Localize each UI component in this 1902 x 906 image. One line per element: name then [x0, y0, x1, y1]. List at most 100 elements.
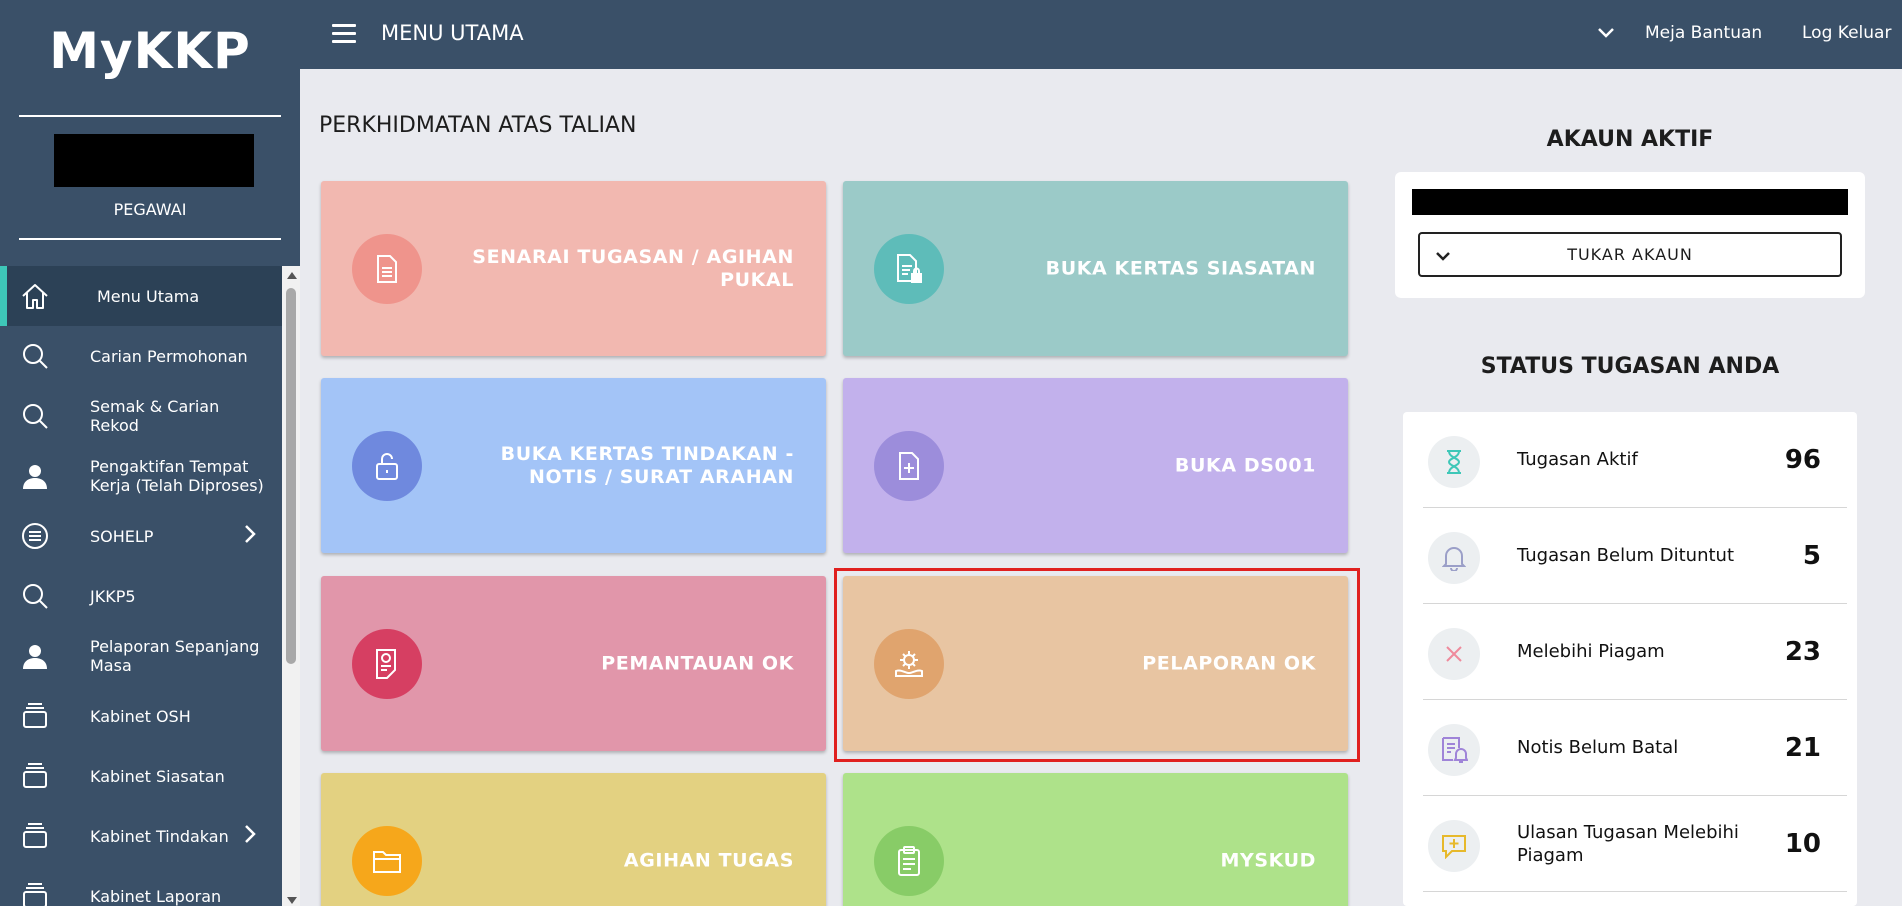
chevron-down-icon[interactable] — [1597, 24, 1615, 43]
sidebar-item-menu-utama[interactable]: Menu Utama — [0, 266, 282, 326]
user-icon — [20, 461, 50, 491]
chevron-right-icon — [244, 524, 256, 548]
report-icon — [352, 629, 422, 699]
scroll-up-arrow-icon[interactable] — [287, 272, 297, 279]
status-row-notis-belum-batal[interactable]: Notis Belum Batal 21 — [1423, 700, 1847, 796]
unlock-icon — [352, 431, 422, 501]
hourglass-icon — [1428, 436, 1480, 488]
app-logo: MyKKP — [49, 22, 251, 80]
tile-label: SENARAI TUGASAN / AGIHAN PUKAL — [472, 245, 794, 291]
tile-buka-kertas-siasatan[interactable]: BUKA KERTAS SIASATAN — [843, 181, 1348, 356]
tile-label: AGIHAN TUGAS — [623, 849, 794, 871]
section-title: PERKHIDMATAN ATAS TALIAN — [319, 113, 637, 138]
hamburger-menu-icon[interactable] — [332, 24, 356, 44]
user-icon — [20, 641, 50, 671]
selection-highlight — [834, 568, 1360, 762]
document-lock-icon — [874, 234, 944, 304]
tile-label: MYSKUD — [1220, 849, 1316, 871]
comment-plus-icon — [1428, 820, 1480, 872]
status-row-tugasan-aktif[interactable]: Tugasan Aktif 96 — [1423, 412, 1847, 508]
status-count: 5 — [1802, 540, 1821, 571]
status-row-tugasan-belum-dituntut[interactable]: Tugasan Belum Dituntut 5 — [1423, 508, 1847, 604]
sidebar-item-semak-carian-rekod[interactable]: Semak & Carian Rekod — [0, 386, 282, 446]
tile-label: BUKA KERTAS SIASATAN — [1045, 257, 1316, 279]
help-desk-link[interactable]: Meja Bantuan — [1645, 23, 1762, 43]
status-row-melebihi-piagam[interactable]: Melebihi Piagam 23 — [1423, 604, 1847, 700]
tile-label: BUKA KERTAS TINDAKAN - NOTIS / SURAT ARA… — [500, 442, 794, 488]
file-plus-icon — [874, 431, 944, 501]
chevron-down-icon — [1435, 248, 1451, 267]
status-row-ulasan-tugasan[interactable]: Ulasan Tugasan Melebihi Piagam 10 — [1423, 796, 1847, 892]
list-icon — [20, 521, 50, 551]
folder-icon — [352, 826, 422, 896]
sidebar-item-label: Kabinet Laporan — [90, 886, 222, 906]
status-count: 10 — [1784, 828, 1821, 859]
sidebar-item-label: Kabinet OSH — [90, 706, 191, 726]
user-name-redacted — [54, 134, 254, 187]
sidebar-item-label: Kabinet Siasatan — [90, 766, 225, 786]
tile-buka-kertas-tindakan[interactable]: BUKA KERTAS TINDAKAN - NOTIS / SURAT ARA… — [321, 378, 826, 553]
sidebar-item-kabinet-siasatan[interactable]: Kabinet Siasatan — [0, 746, 282, 806]
search-icon — [20, 581, 50, 611]
tile-myskud[interactable]: MYSKUD — [843, 773, 1348, 906]
chevron-right-icon — [244, 824, 256, 848]
sidebar-item-kabinet-laporan[interactable]: Kabinet Laporan — [0, 866, 282, 906]
tile-buka-ds001[interactable]: BUKA DS001 — [843, 378, 1348, 553]
switch-account-label: TUKAR AKAUN — [1567, 245, 1693, 264]
sidebar-item-label: Pelaporan Sepanjang Masa — [90, 637, 260, 675]
stack-icon — [20, 821, 50, 851]
sidebar-item-kabinet-tindakan[interactable]: Kabinet Tindakan — [0, 806, 282, 866]
tile-pemantauan-ok[interactable]: PEMANTAUAN OK — [321, 576, 826, 751]
status-label: Ulasan Tugasan Melebihi Piagam — [1517, 821, 1739, 866]
sidebar-item-pelaporan-sepanjang-masa[interactable]: Pelaporan Sepanjang Masa — [0, 626, 282, 686]
page-title: MENU UTAMA — [381, 21, 524, 45]
account-name-redacted — [1412, 189, 1848, 215]
sidebar-item-sohelp[interactable]: SOHELP — [0, 506, 282, 566]
sidebar-nav: Menu Utama Carian Permohonan Semak & Car… — [0, 266, 282, 906]
scroll-down-arrow-icon[interactable] — [287, 897, 297, 904]
switch-account-button[interactable]: TUKAR AKAUN — [1418, 232, 1842, 277]
scroll-thumb[interactable] — [286, 288, 296, 664]
bell-icon — [1428, 532, 1480, 584]
sidebar-scrollbar[interactable] — [282, 266, 300, 906]
stack-icon — [20, 761, 50, 791]
sidebar-item-label: Pengaktifan Tempat Kerja (Telah Diproses… — [90, 457, 264, 495]
notice-icon — [1428, 724, 1480, 776]
status-count: 21 — [1784, 732, 1821, 763]
search-icon — [20, 401, 50, 431]
sidebar-item-label: SOHELP — [90, 526, 154, 546]
status-label: Tugasan Aktif — [1517, 449, 1638, 470]
top-bar: MENU UTAMA Meja Bantuan Log Keluar — [300, 0, 1902, 69]
active-account-card: TUKAR AKAUN — [1395, 172, 1865, 298]
document-icon — [352, 234, 422, 304]
sidebar-item-label: Kabinet Tindakan — [90, 826, 229, 846]
status-card: Tugasan Aktif 96 Tugasan Belum Dituntut … — [1403, 412, 1857, 906]
close-icon — [1428, 628, 1480, 680]
user-role: PEGAWAI — [113, 200, 187, 219]
sidebar-item-label: Semak & Carian Rekod — [90, 397, 220, 435]
sidebar-item-kabinet-osh[interactable]: Kabinet OSH — [0, 686, 282, 746]
sidebar-item-carian-permohonan[interactable]: Carian Permohonan — [0, 326, 282, 386]
sidebar-item-label: JKKP5 — [90, 586, 136, 606]
sidebar-divider — [19, 238, 281, 240]
tile-label: BUKA DS001 — [1174, 454, 1316, 476]
tile-senarai-tugasan[interactable]: SENARAI TUGASAN / AGIHAN PUKAL — [321, 181, 826, 356]
tile-agihan-tugas[interactable]: AGIHAN TUGAS — [321, 773, 826, 906]
logout-link[interactable]: Log Keluar — [1802, 23, 1891, 43]
sidebar-item-label: Menu Utama — [97, 286, 200, 306]
status-label: Notis Belum Batal — [1517, 737, 1679, 758]
clipboard-icon — [874, 826, 944, 896]
sidebar: MyKKP PEGAWAI Menu Utama Carian Permohon… — [0, 0, 300, 906]
stack-icon — [20, 701, 50, 731]
status-label: Tugasan Belum Dituntut — [1517, 545, 1735, 566]
stack-icon — [20, 881, 50, 906]
active-account-title: AKAUN AKTIF — [1546, 127, 1714, 152]
status-label: Melebihi Piagam — [1517, 641, 1665, 662]
sidebar-item-pengaktifan-tempat-kerja[interactable]: Pengaktifan Tempat Kerja (Telah Diproses… — [0, 446, 282, 506]
sidebar-item-jkkp5[interactable]: JKKP5 — [0, 566, 282, 626]
status-count: 23 — [1784, 636, 1821, 667]
status-count: 96 — [1784, 444, 1821, 475]
home-icon — [20, 281, 50, 311]
search-icon — [20, 341, 50, 371]
tile-label: PEMANTAUAN OK — [601, 652, 794, 674]
